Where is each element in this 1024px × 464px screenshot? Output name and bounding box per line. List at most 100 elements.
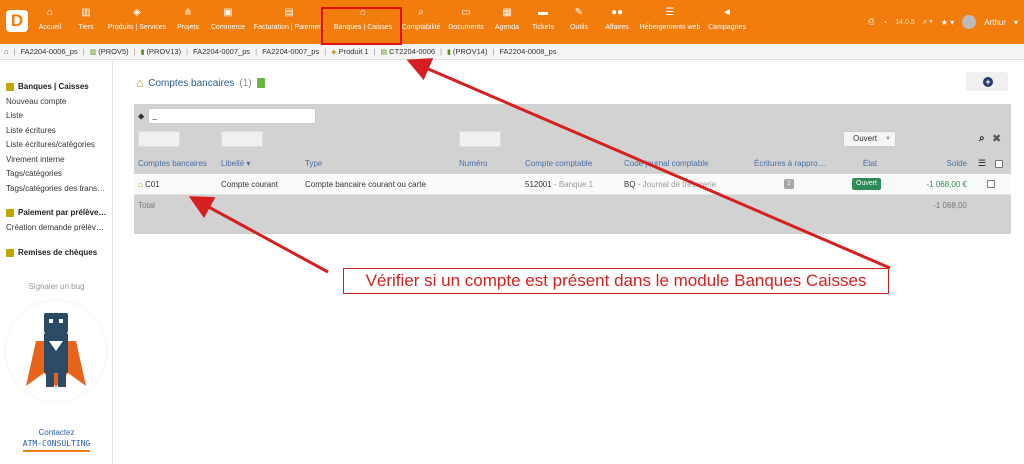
print-icon[interactable]: ⎙ bbox=[868, 17, 874, 27]
breadcrumb-item[interactable]: | FA2204-0007_ps bbox=[186, 47, 250, 56]
instruction-callout: Vérifier si un compte est présent dans l… bbox=[343, 268, 889, 294]
sidebar-section-banks[interactable]: Banques | Caisses bbox=[6, 82, 89, 91]
user-name[interactable]: Arthur bbox=[984, 18, 1006, 27]
export-spreadsheet-icon[interactable] bbox=[256, 78, 265, 88]
direct-debit-icon bbox=[6, 208, 14, 217]
sidebar-section-cheques[interactable]: Remises de chèques bbox=[6, 248, 97, 257]
cube-icon: ◈ bbox=[133, 7, 141, 18]
menu-affaires[interactable]: ●● Affaires bbox=[602, 6, 632, 42]
account-ref[interactable]: ⌂ C01 bbox=[138, 180, 160, 189]
page-title: ⌂ Comptes bancaires (1) bbox=[136, 76, 265, 90]
company-icon: ▥ bbox=[89, 48, 97, 56]
list-columns-icon[interactable]: ☰ bbox=[978, 158, 986, 169]
plus-icon: + bbox=[983, 77, 993, 87]
menu-products[interactable]: ◈ Produits | Services bbox=[104, 6, 170, 42]
col-label[interactable]: Libellé ▾ bbox=[221, 159, 250, 168]
cube-icon: ◈ bbox=[331, 48, 337, 56]
contact-block[interactable]: Contactez ATM-CONSULTING bbox=[0, 427, 113, 452]
col-balance[interactable]: Solde bbox=[924, 159, 967, 168]
account-type: Compte bancaire courant ou carte bbox=[305, 180, 426, 189]
col-reconcile[interactable]: Écritures à rappro… bbox=[754, 159, 826, 168]
menu-web-hosting[interactable]: ☰ Hébergements web bbox=[636, 6, 704, 42]
col-account[interactable]: Comptes bancaires bbox=[138, 159, 207, 168]
col-journal[interactable]: Code journal comptable bbox=[624, 159, 709, 168]
avatar[interactable] bbox=[962, 15, 977, 29]
menu-campaigns[interactable]: ◄ Campagnes bbox=[706, 6, 748, 42]
sidebar-section-direct-debit[interactable]: Paiement par prélève… bbox=[6, 208, 106, 217]
menu-agenda[interactable]: ▦ Agenda bbox=[492, 6, 522, 42]
bookmark-star-icon[interactable]: ★ ▾ bbox=[941, 18, 954, 27]
home-icon[interactable]: ⌂ bbox=[4, 47, 9, 56]
menu-tools[interactable]: ✎ Outils bbox=[566, 6, 592, 42]
sidebar-item-debit-request[interactable]: Création demande prélèv… bbox=[6, 223, 104, 232]
menu-documents[interactable]: ▭ Documents bbox=[446, 6, 486, 42]
menu-tickets[interactable]: ▬ Tickets bbox=[529, 6, 557, 42]
search-dollar-icon: ⌕ bbox=[418, 7, 424, 18]
version-icon[interactable]: ◔ bbox=[882, 18, 887, 27]
sidebar-item-entries-categories[interactable]: Liste écritures/catégories bbox=[6, 140, 95, 149]
top-right-tools: ⎙ ◔ 14.0.5 ⌕ ▾ ★ ▾ Arthur ▾ bbox=[868, 14, 1018, 30]
menu-tiers[interactable]: ▥ Tiers bbox=[73, 6, 99, 42]
col-state[interactable]: État bbox=[850, 159, 890, 168]
briefcase-icon: ▣ bbox=[223, 7, 233, 18]
search-icon[interactable]: ⌕ bbox=[979, 133, 985, 144]
filter-account-input[interactable] bbox=[138, 131, 180, 147]
tag-filter-row: ⬥ _ bbox=[138, 108, 317, 124]
superhero-mascot-icon bbox=[26, 313, 86, 387]
building-icon: ▥ bbox=[81, 7, 91, 18]
account-label: Compte courant bbox=[221, 180, 278, 189]
sitemap-icon: ⋔ bbox=[183, 7, 193, 18]
menu-accounting[interactable]: ⌕ Comptabilité bbox=[400, 6, 442, 42]
doc-icon: ▮ bbox=[140, 48, 145, 56]
main-content: ⌂ Comptes bancaires (1) + ⬥ _ Ouvert ▼ ⌕… bbox=[114, 61, 1024, 464]
row-checkbox[interactable] bbox=[987, 180, 995, 188]
breadcrumb-item[interactable]: | ▮ (PROV14) bbox=[440, 47, 487, 56]
affaires-icon: ●● bbox=[610, 7, 624, 18]
invoice-icon: ▤ bbox=[284, 7, 294, 18]
sidebar-item-list[interactable]: Liste bbox=[6, 111, 23, 120]
accounting-account: 512001 - Banque 1 bbox=[525, 180, 594, 189]
report-bug-link[interactable]: Signaler un bug bbox=[0, 282, 113, 291]
bullhorn-icon: ◄ bbox=[722, 7, 732, 18]
menu-billing[interactable]: ▤ Facturation | Paiement bbox=[252, 6, 326, 42]
breadcrumb-item[interactable]: | ▥ (PROV5) bbox=[83, 47, 129, 56]
reconcile-count-badge[interactable]: 2 bbox=[784, 179, 794, 189]
dolibarr-logo[interactable]: D bbox=[6, 10, 28, 32]
breadcrumb-item[interactable]: | FA2204-0008_ps bbox=[492, 47, 556, 56]
version-label: 14.0.5 bbox=[895, 18, 915, 26]
breadcrumb-item[interactable]: | ▮ (PROV13) bbox=[134, 47, 181, 56]
sidebar-item-transaction-tags[interactable]: Tags/catégories des trans… bbox=[6, 184, 105, 193]
home-icon: ⌂ bbox=[46, 7, 54, 18]
menu-projects[interactable]: ⋔ Projets bbox=[173, 6, 203, 42]
bank-icon: ⌂ bbox=[136, 76, 144, 90]
journal-code: BQ - Journal de trésorerie bbox=[624, 180, 717, 189]
status-filter-select[interactable]: Ouvert ▼ bbox=[843, 131, 896, 147]
col-number[interactable]: Numéro bbox=[459, 159, 487, 168]
clear-filter-icon[interactable]: ✖ bbox=[992, 132, 1001, 145]
ticket-icon: ▬ bbox=[538, 7, 548, 18]
server-icon: ☰ bbox=[665, 7, 675, 18]
sidebar-item-tags[interactable]: Tags/catégories bbox=[6, 169, 62, 178]
col-type[interactable]: Type bbox=[305, 159, 322, 168]
col-accounting-account[interactable]: Compte comptable bbox=[525, 159, 592, 168]
sidebar-item-entries[interactable]: Liste écritures bbox=[6, 126, 56, 135]
breadcrumb-item[interactable]: | ◈ Produit 1 bbox=[324, 47, 368, 56]
filter-area: ⬥ _ Ouvert ▼ ⌕ ✖ bbox=[134, 104, 1011, 234]
breadcrumb: ⌂ | FA2204-0006_ps | ▥ (PROV5) | ▮ (PROV13) |… bbox=[0, 44, 1024, 60]
breadcrumb-item[interactable]: | ▤ CT2204-0006 bbox=[374, 47, 435, 56]
filter-number-input[interactable] bbox=[459, 131, 501, 147]
chevron-down-icon[interactable]: ▾ bbox=[1014, 18, 1018, 27]
sidebar-item-internal-transfer[interactable]: Virement interne bbox=[6, 155, 65, 164]
breadcrumb-item[interactable]: | FA2204-0007_ps bbox=[255, 47, 319, 56]
tag-filter-input[interactable]: _ bbox=[148, 108, 317, 124]
menu-commerce[interactable]: ▣ Commerce bbox=[207, 6, 249, 42]
bank-icon bbox=[6, 82, 14, 91]
table-row[interactable]: ⌂ C01 Compte courant Compte bancaire cou… bbox=[134, 174, 1011, 195]
breadcrumb-item[interactable]: | FA2204-0006_ps bbox=[14, 47, 78, 56]
filter-label-input[interactable] bbox=[221, 131, 263, 147]
menu-home[interactable]: ⌂ Accueil bbox=[35, 6, 65, 42]
search-icon[interactable]: ⌕ ▾ bbox=[923, 17, 933, 27]
add-account-button[interactable]: + bbox=[966, 72, 1008, 91]
sidebar-item-new-account[interactable]: Nouveau compte bbox=[6, 97, 66, 106]
select-all-checkbox[interactable] bbox=[995, 160, 1003, 168]
